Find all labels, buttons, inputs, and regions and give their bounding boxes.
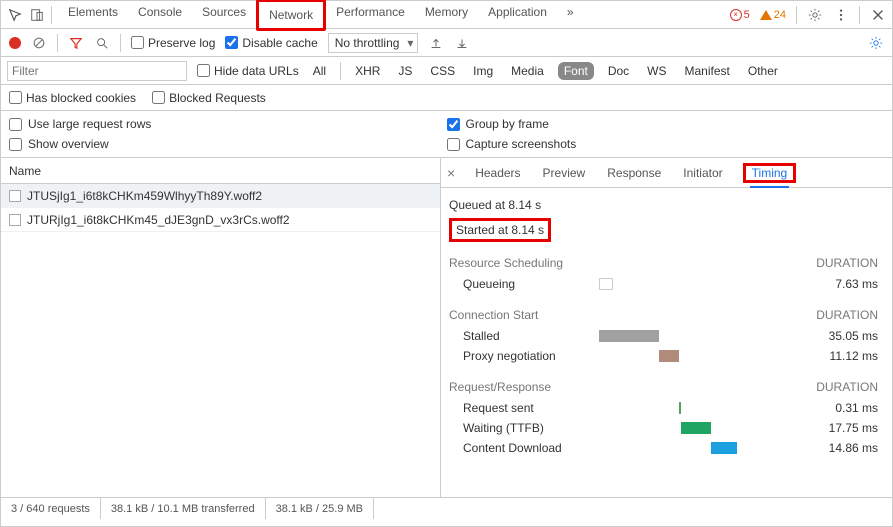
section-scheduling: Resource SchedulingDURATION [449, 256, 878, 274]
error-badge[interactable]: ×5 [730, 9, 750, 21]
tab-initiator[interactable]: Initiator [681, 160, 724, 186]
timing-row-download: Content Download 14.86 ms [449, 438, 878, 458]
tab-timing-highlight: Timing [743, 163, 797, 183]
filter-type-doc[interactable]: Doc [604, 62, 633, 80]
divider [796, 6, 797, 24]
clear-icon[interactable] [31, 35, 47, 51]
timing-detail: Queued at 8.14 s Started at 8.14 s Resou… [441, 188, 892, 497]
inspect-icon[interactable] [7, 7, 23, 23]
filter-type-css[interactable]: CSS [426, 62, 459, 80]
file-icon [9, 190, 21, 202]
settings-gear-icon[interactable] [868, 35, 884, 51]
preserve-log-check[interactable]: Preserve log [131, 36, 215, 50]
filter-icon[interactable] [68, 35, 84, 51]
filter-type-js[interactable]: JS [394, 62, 416, 80]
tabs-more[interactable]: » [557, 0, 584, 31]
disable-cache-check[interactable]: Disable cache [225, 36, 317, 50]
capture-screenshots-check[interactable]: Capture screenshots [447, 137, 885, 151]
blocked-requests-check[interactable]: Blocked Requests [152, 91, 266, 105]
tab-elements[interactable]: Elements [58, 0, 128, 31]
hide-data-urls-check[interactable]: Hide data URLs [197, 64, 299, 78]
section-connection: Connection StartDURATION [449, 308, 878, 326]
filter-type-img[interactable]: Img [469, 62, 497, 80]
tab-sources[interactable]: Sources [192, 0, 256, 31]
timing-row-queueing: Queueing 7.63 ms [449, 274, 878, 294]
download-icon[interactable] [454, 35, 470, 51]
content-area: Name JTUSjIg1_i6t8kCHKm459WlhyyTh89Y.wof… [1, 158, 892, 497]
tab-memory[interactable]: Memory [415, 0, 478, 31]
gear-icon[interactable] [807, 7, 823, 23]
timing-row-proxy: Proxy negotiation 11.12 ms [449, 346, 878, 366]
divider [57, 34, 58, 52]
close-detail-icon[interactable]: × [447, 165, 455, 181]
divider [859, 6, 860, 24]
device-icon[interactable] [29, 7, 45, 23]
throttling-select[interactable]: No throttling [328, 33, 419, 53]
timing-row-stalled: Stalled 35.05 ms [449, 326, 878, 346]
status-requests: 3 / 640 requests [1, 498, 101, 519]
tab-network[interactable]: Network [256, 0, 326, 31]
topbar-right: ×5 24 [730, 6, 886, 24]
filter-type-manifest[interactable]: Manifest [681, 62, 734, 80]
started-label: Started at 8.14 s [456, 223, 544, 237]
record-icon[interactable] [9, 37, 21, 49]
upload-icon[interactable] [428, 35, 444, 51]
tab-timing[interactable]: Timing [750, 160, 790, 188]
request-name: JTURjIg1_i6t8kCHKm45_dJE3gnD_vx3rCs.woff… [27, 213, 290, 227]
request-row[interactable]: JTUSjIg1_i6t8kCHKm459WlhyyTh89Y.woff2 [1, 184, 440, 208]
request-row[interactable]: JTURjIg1_i6t8kCHKm45_dJE3gnD_vx3rCs.woff… [1, 208, 440, 232]
options-row: Use large request rows Group by frame Sh… [1, 111, 892, 158]
filter-type-all[interactable]: All [309, 62, 330, 80]
filter-input[interactable] [7, 61, 187, 81]
filter-type-xhr[interactable]: XHR [351, 62, 384, 80]
timing-row-sent: Request sent 0.31 ms [449, 398, 878, 418]
filter-type-font[interactable]: Font [558, 62, 594, 80]
tab-console[interactable]: Console [128, 0, 192, 31]
main-tabs: Elements Console Sources Network Perform… [58, 0, 584, 31]
status-resources: 38.1 kB / 25.9 MB [266, 498, 374, 519]
close-icon[interactable] [870, 7, 886, 23]
status-transferred: 38.1 kB / 10.1 MB transferred [101, 498, 266, 519]
tab-performance[interactable]: Performance [326, 0, 415, 31]
network-toolbar: Preserve log Disable cache No throttling [1, 29, 892, 57]
large-rows-check[interactable]: Use large request rows [9, 117, 447, 131]
group-by-frame-check[interactable]: Group by frame [447, 117, 885, 131]
blocked-row: Has blocked cookies Blocked Requests [1, 85, 892, 111]
column-header-name[interactable]: Name [1, 158, 440, 184]
section-reqres: Request/ResponseDURATION [449, 380, 878, 398]
divider [51, 6, 52, 24]
timing-row-ttfb: Waiting (TTFB) 17.75 ms [449, 418, 878, 438]
divider [120, 34, 121, 52]
warning-badge[interactable]: 24 [760, 9, 786, 21]
search-icon[interactable] [94, 35, 110, 51]
filter-type-ws[interactable]: WS [643, 62, 670, 80]
tab-preview[interactable]: Preview [541, 160, 588, 186]
devtools-topbar: Elements Console Sources Network Perform… [1, 1, 892, 29]
tab-application[interactable]: Application [478, 0, 557, 31]
queued-label: Queued at 8.14 s [449, 196, 878, 214]
tab-response[interactable]: Response [605, 160, 663, 186]
filter-bar: Hide data URLs All XHR JS CSS Img Media … [1, 57, 892, 85]
request-list: Name JTUSjIg1_i6t8kCHKm459WlhyyTh89Y.wof… [1, 158, 441, 497]
tab-headers[interactable]: Headers [473, 160, 522, 186]
request-name: JTUSjIg1_i6t8kCHKm459WlhyyTh89Y.woff2 [27, 189, 262, 203]
filter-type-media[interactable]: Media [507, 62, 548, 80]
detail-panel: × Headers Preview Response Initiator Tim… [441, 158, 892, 497]
filter-type-other[interactable]: Other [744, 62, 782, 80]
divider [340, 62, 341, 80]
blocked-cookies-check[interactable]: Has blocked cookies [9, 91, 136, 105]
status-bar: 3 / 640 requests 38.1 kB / 10.1 MB trans… [1, 497, 892, 519]
show-overview-check[interactable]: Show overview [9, 137, 447, 151]
file-icon [9, 214, 21, 226]
kebab-icon[interactable] [833, 7, 849, 23]
detail-tabs: × Headers Preview Response Initiator Tim… [441, 158, 892, 188]
started-highlight: Started at 8.14 s [449, 218, 551, 242]
